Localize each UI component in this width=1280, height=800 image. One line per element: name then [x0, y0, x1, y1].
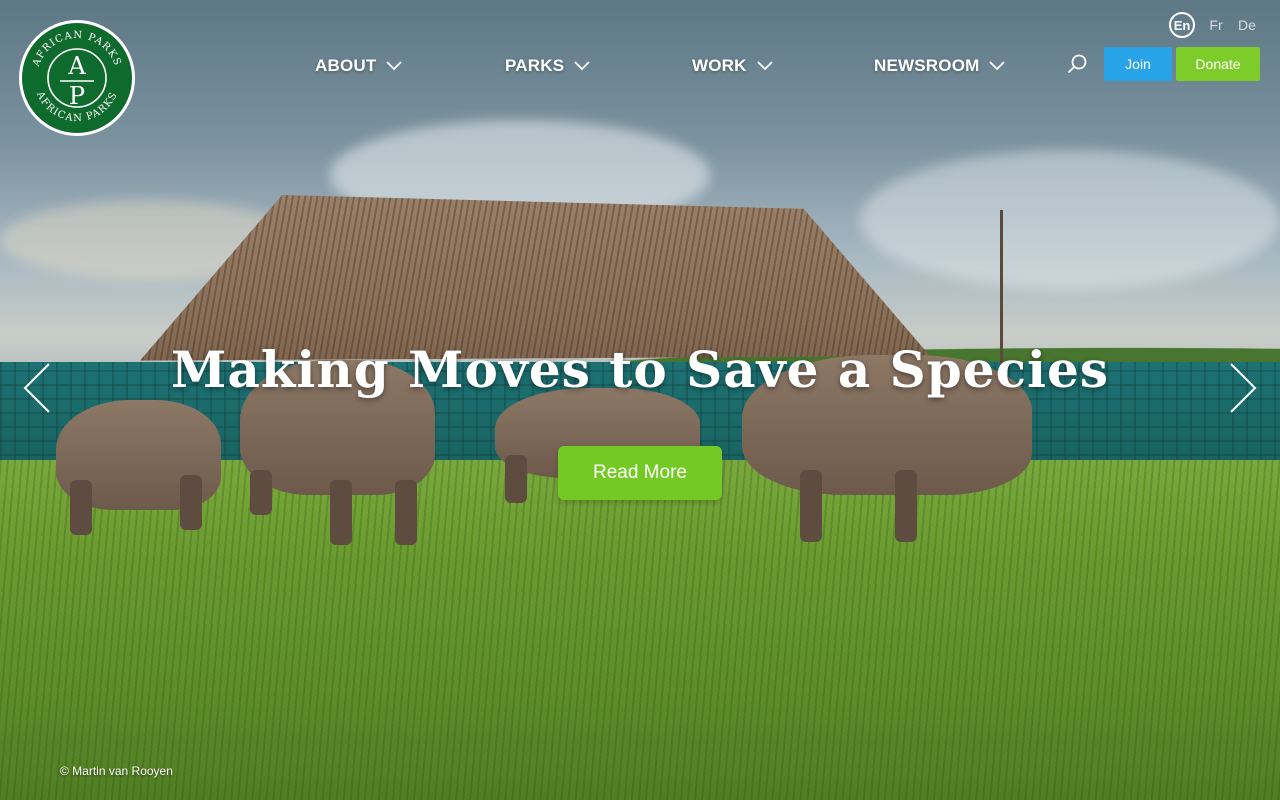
rhino-leg [395, 480, 417, 545]
chevron-down-icon [989, 61, 1006, 71]
lang-option-de[interactable]: De [1238, 12, 1256, 38]
join-button[interactable]: Join [1104, 47, 1172, 81]
lang-option-en[interactable]: En [1169, 12, 1195, 38]
rhino-leg [895, 470, 917, 542]
slider-prev-button[interactable] [22, 362, 52, 414]
hero-background-image [0, 0, 1280, 800]
nav-item-label: ABOUT [315, 56, 377, 75]
rhino-leg [800, 470, 822, 542]
photo-credit: © Martin van Rooyen [60, 764, 173, 778]
chevron-down-icon [574, 61, 590, 71]
slider-next-button[interactable] [1228, 362, 1258, 414]
nav-item-about[interactable]: ABOUT [315, 52, 403, 80]
nav-item-parks[interactable]: PARKS [505, 52, 590, 80]
chevron-right-icon [1230, 363, 1257, 413]
rhino-leg [250, 470, 272, 515]
rhino-leg [330, 480, 352, 545]
logo-letter-p: P [69, 82, 85, 110]
nav-item-label: WORK [692, 56, 747, 75]
rhino-leg [70, 480, 92, 535]
rhino-leg [505, 455, 527, 503]
slide-headline: Making Moves to Save a Species [171, 340, 1109, 399]
chevron-down-icon [386, 61, 403, 71]
search-icon [1068, 54, 1087, 73]
chevron-down-icon [756, 61, 773, 71]
nav-item-label: PARKS [505, 56, 565, 75]
donate-button[interactable]: Donate [1176, 47, 1260, 81]
search-button[interactable] [1066, 52, 1090, 76]
logo-letter-a: A [67, 52, 86, 80]
lang-option-fr[interactable]: Fr [1209, 12, 1223, 38]
nav-item-newsroom[interactable]: NEWSROOM [874, 52, 1006, 80]
nav-item-label: NEWSROOM [874, 56, 980, 75]
read-more-button[interactable]: Read More [558, 446, 722, 500]
african-parks-logo[interactable]: AFRICAN PARKS AFRICAN PARKS A P [19, 20, 135, 136]
nav-item-work[interactable]: WORK [692, 52, 773, 80]
logo-emblem: AFRICAN PARKS AFRICAN PARKS A P [31, 30, 122, 124]
cloud [860, 150, 1280, 290]
chevron-left-icon [23, 363, 50, 413]
rhino-leg [180, 475, 202, 530]
